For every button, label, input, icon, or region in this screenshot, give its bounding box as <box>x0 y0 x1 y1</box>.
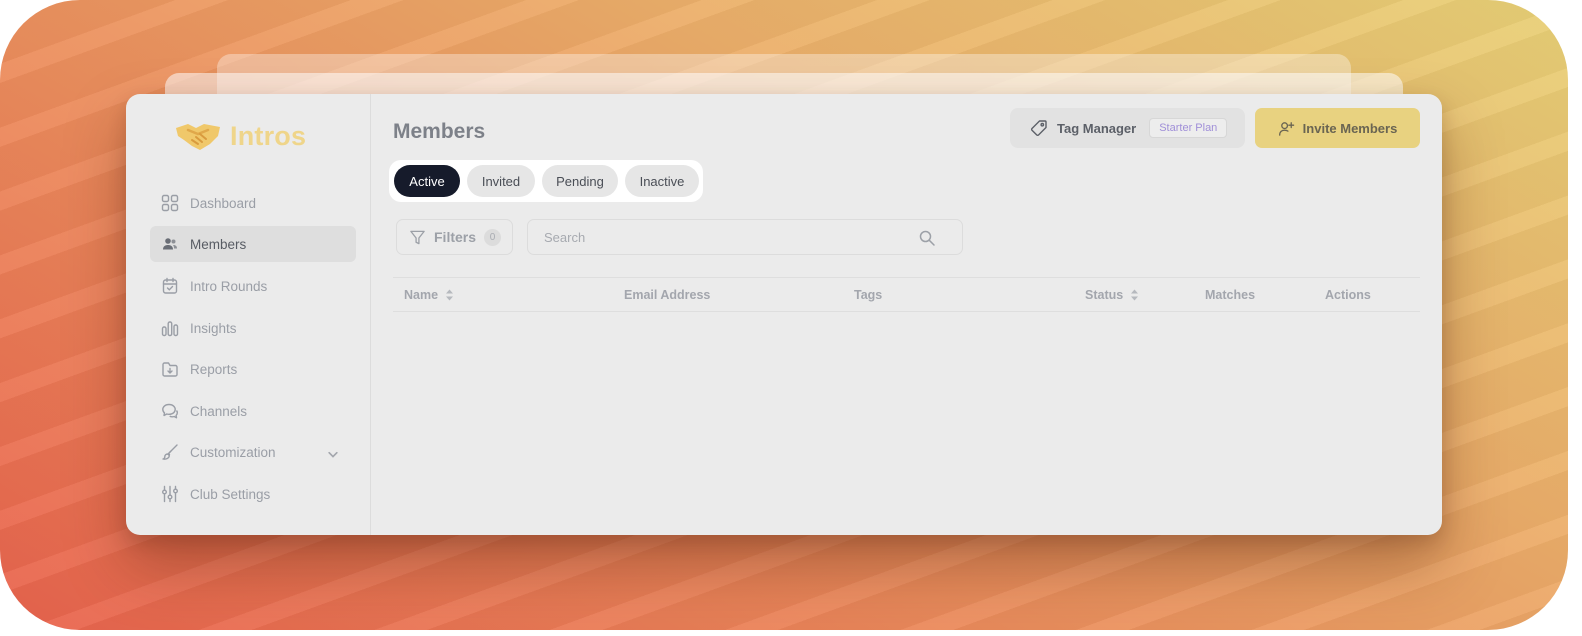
column-header-actions: Actions <box>1325 288 1371 302</box>
filters-button[interactable]: Filters 0 <box>396 219 513 255</box>
tag-icon <box>1030 120 1047 137</box>
app-window: Intros Dashboard Members Intro Rounds In… <box>126 94 1442 535</box>
handshake-logo-icon <box>176 124 220 150</box>
members-table-header: Name Email Address Tags Status Matches A… <box>393 277 1420 312</box>
tab-inactive[interactable]: Inactive <box>625 165 699 197</box>
sidebar-item-label: Intro Rounds <box>190 278 268 294</box>
chevron-down-icon[interactable] <box>324 445 342 463</box>
tag-manager-button[interactable]: Tag Manager Starter Plan <box>1010 108 1245 148</box>
sidebar-item-members[interactable]: Members <box>150 226 356 262</box>
sidebar-item-label: Channels <box>190 403 248 419</box>
sidebar-item-channels[interactable]: Channels <box>150 393 356 429</box>
column-label: Matches <box>1205 288 1256 302</box>
sidebar-item-intro-rounds[interactable]: Intro Rounds <box>150 268 356 304</box>
tab-active[interactable]: Active <box>394 165 460 197</box>
filter-count-badge: 0 <box>484 228 502 246</box>
add-user-icon <box>1278 121 1294 136</box>
calendar-check-icon <box>162 277 178 294</box>
plan-badge: Starter Plan <box>1149 118 1228 138</box>
search-input[interactable] <box>544 229 904 245</box>
sort-icon <box>446 289 454 301</box>
sidebar-item-reports[interactable]: Reports <box>150 351 356 387</box>
sidebar-item-label: Customization <box>190 444 276 460</box>
status-tabs: Active Invited Pending Inactive <box>389 160 703 202</box>
logo[interactable]: Intros <box>174 118 306 154</box>
sliders-icon <box>162 485 178 503</box>
tag-manager-label: Tag Manager <box>1057 120 1137 136</box>
logo-text: Intros <box>230 120 307 151</box>
folder-download-icon <box>162 362 178 377</box>
column-label: Tags <box>854 288 883 302</box>
sidebar-item-dashboard[interactable]: Dashboard <box>150 185 356 221</box>
sidebar-item-label: Insights <box>190 320 237 336</box>
page-title: Members <box>393 120 486 143</box>
sidebar-item-label: Reports <box>190 361 238 377</box>
sort-icon <box>1131 289 1139 301</box>
column-label: Name <box>404 288 439 302</box>
sidebar-item-label: Dashboard <box>190 195 257 211</box>
invite-members-label: Invite Members <box>1302 120 1398 136</box>
column-label: Email Address <box>624 288 711 302</box>
column-header-tags: Tags <box>854 288 882 302</box>
sidebar-item-insights[interactable]: Insights <box>150 310 356 346</box>
funnel-icon <box>410 230 425 244</box>
invite-members-button[interactable]: Invite Members <box>1255 108 1420 148</box>
column-header-name[interactable]: Name <box>404 288 454 302</box>
column-header-email: Email Address <box>624 288 710 302</box>
column-label: Status <box>1085 288 1124 302</box>
column-header-matches: Matches <box>1205 288 1255 302</box>
users-icon <box>163 238 177 250</box>
search-box <box>527 219 963 255</box>
grid-icon <box>161 194 179 212</box>
column-header-status[interactable]: Status <box>1085 288 1139 302</box>
bar-chart-icon <box>161 321 179 337</box>
sidebar-item-label: Club Settings <box>190 486 271 502</box>
tab-invited[interactable]: Invited <box>467 165 535 197</box>
brush-icon <box>162 444 178 460</box>
tab-pending[interactable]: Pending <box>542 165 618 197</box>
search-icon[interactable] <box>918 229 936 247</box>
sidebar-item-club-settings[interactable]: Club Settings <box>150 476 356 512</box>
sidebar: Intros Dashboard Members Intro Rounds In… <box>126 94 371 535</box>
column-label: Actions <box>1325 288 1371 302</box>
filters-label: Filters <box>434 229 477 245</box>
sidebar-item-label: Members <box>190 236 247 252</box>
sidebar-item-customization[interactable]: Customization <box>150 434 356 470</box>
chat-bubbles-icon <box>162 403 178 419</box>
